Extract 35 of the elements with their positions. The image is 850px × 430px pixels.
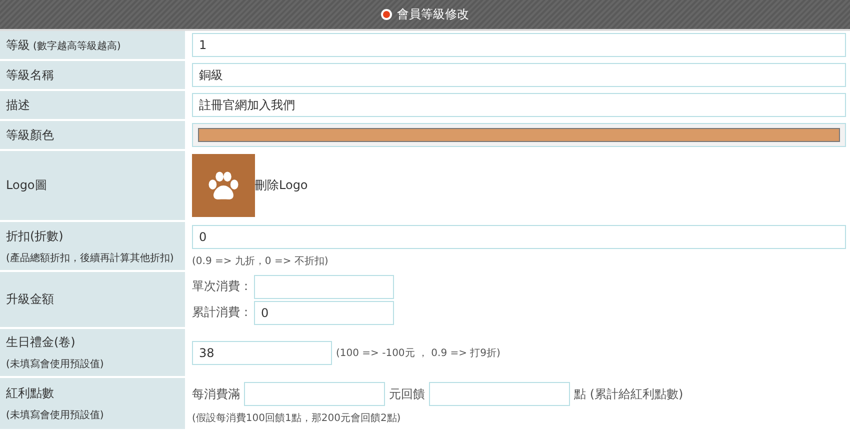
input-field[interactable]: 0	[192, 224, 846, 248]
input-field[interactable]: 銅級	[192, 63, 846, 87]
hint-text: (假設每消費100回饋1點，那200元會回饋2點)	[192, 412, 402, 425]
field-label: 等級	[6, 36, 30, 54]
amount-input-field[interactable]	[244, 382, 385, 406]
field-label: 等級顏色	[6, 126, 54, 144]
field-label: 描述	[6, 96, 30, 114]
field-label: 元回饋	[389, 386, 425, 402]
input-field[interactable]: 1	[192, 33, 846, 57]
input-field[interactable]: 38	[192, 340, 332, 364]
field-label: 每消費滿	[192, 386, 240, 402]
input-field[interactable]: 註冊官網加入我們	[192, 93, 846, 117]
label-note: (未填寫會使用預設值)	[6, 358, 105, 371]
points-input-field[interactable]	[429, 382, 570, 406]
field-label: Logo圖	[6, 177, 47, 194]
label-note: (未填寫會使用預設值)	[6, 408, 105, 422]
color-field[interactable]	[192, 123, 846, 147]
input-field[interactable]	[254, 274, 394, 298]
field-label: 生日禮金(卷)	[6, 334, 76, 351]
field-label: 單次消費：	[192, 278, 252, 295]
field-label: 紅利點數	[6, 385, 54, 402]
paw-logo-icon	[192, 154, 255, 217]
delete-logo-link[interactable]: 刪除Logo	[255, 177, 308, 194]
hint-text: (0.9 => 九折，0 => 不折扣)	[192, 254, 330, 268]
page-title: 會員等級修改	[397, 6, 469, 23]
field-label: 等級名稱	[6, 66, 54, 84]
field-label: 升級金額	[6, 291, 54, 308]
label-note: (數字越高等級越高)	[33, 40, 121, 52]
field-label: 折扣(折數)	[6, 228, 64, 244]
field-label: 累計消費：	[192, 304, 252, 321]
input-field[interactable]: 0	[254, 300, 394, 324]
hint-text: (100 => -100元 ， 0.9 => 打9折)	[336, 346, 500, 360]
label-note: (產品總額折扣，後續再計算其他折扣)	[6, 252, 175, 264]
field-label: 點 (累計給紅利點數)	[574, 386, 684, 402]
bullet-icon	[381, 9, 392, 20]
